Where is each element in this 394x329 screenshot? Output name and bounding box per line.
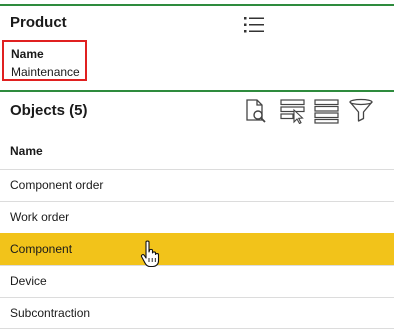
product-section-title: Product xyxy=(10,14,67,31)
select-rows-icon[interactable] xyxy=(280,98,306,124)
list-item[interactable]: Device xyxy=(0,265,394,297)
document-search-icon[interactable] xyxy=(243,98,269,124)
list-item[interactable]: Work order xyxy=(0,201,394,233)
table-rows-icon[interactable] xyxy=(314,98,340,124)
top-divider xyxy=(0,4,394,6)
name-field-value: Maintenance xyxy=(11,65,80,79)
list-item[interactable]: Component xyxy=(0,233,394,265)
name-column-header[interactable]: Name xyxy=(10,144,43,158)
list-item[interactable]: Component order xyxy=(0,169,394,201)
list-item[interactable]: Subcontraction xyxy=(0,297,394,329)
objects-section-title: Objects (5) xyxy=(10,102,88,119)
section-divider xyxy=(0,90,394,92)
product-name-field: Name Maintenance xyxy=(2,40,87,81)
list-menu-icon[interactable] xyxy=(243,15,265,35)
hand-pointer-icon xyxy=(140,240,160,268)
name-field-label: Name xyxy=(11,47,44,61)
filter-icon[interactable] xyxy=(348,98,374,124)
